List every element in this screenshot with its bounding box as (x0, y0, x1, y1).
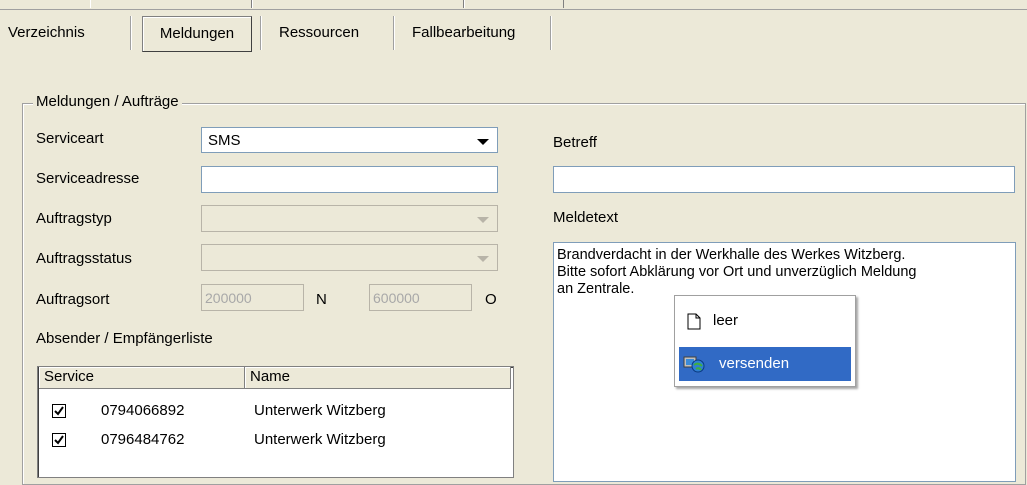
column-header-name[interactable]: Name (245, 367, 511, 389)
send-globe-icon (683, 356, 705, 373)
row-checkbox[interactable] (52, 433, 66, 447)
auftragsstatus-label: Auftragsstatus (36, 250, 132, 267)
betreff-input[interactable] (553, 166, 1015, 193)
serviceart-select[interactable]: SMS (201, 127, 498, 153)
auftragsort-n-input: 200000 (201, 284, 304, 311)
dropdown-arrow-icon[interactable] (477, 139, 489, 145)
tab-separator (393, 16, 395, 50)
context-menu: leer versenden (674, 295, 856, 387)
auftragsort-o-value: 600000 (373, 290, 420, 306)
meldetext-content: Brandverdacht in der Werkhalle des Werke… (557, 247, 917, 297)
dropdown-arrow-icon (477, 256, 489, 262)
row-name: Unterwerk Witzberg (254, 431, 386, 448)
n-label: N (316, 291, 327, 308)
group-title: Meldungen / Aufträge (33, 93, 182, 110)
list-title: Absender / Empfängerliste (36, 330, 213, 347)
o-label: O (485, 291, 497, 308)
menu-item-label: leer (713, 312, 739, 329)
serviceart-label: Serviceart (36, 130, 104, 147)
auftragsort-n-value: 200000 (205, 290, 252, 306)
row-service: 0794066892 (101, 402, 185, 419)
tab-verzeichnis[interactable]: Verzeichnis (0, 16, 93, 52)
menu-item-label: versenden (719, 355, 790, 372)
recipient-list[interactable]: Service Name 0794066892 Unterwerk Witzbe… (37, 366, 514, 478)
checkmark-icon (54, 435, 64, 445)
top-tab[interactable] (252, 0, 464, 8)
tab-separator (130, 16, 132, 50)
dropdown-arrow-icon (477, 217, 489, 223)
column-header-service[interactable]: Service (39, 367, 245, 389)
top-tab[interactable] (464, 0, 564, 8)
top-tab-strip (0, 0, 1027, 10)
auftragstyp-label: Auftragstyp (36, 210, 112, 227)
row-checkbox[interactable] (52, 404, 66, 418)
blank-document-icon (687, 313, 701, 330)
auftragsort-o-input: 600000 (369, 284, 472, 311)
table-row[interactable]: 0796484762 Unterwerk Witzberg (38, 431, 508, 453)
row-name: Unterwerk Witzberg (254, 402, 386, 419)
top-tab[interactable] (90, 0, 252, 8)
tab-ressourcen[interactable]: Ressourcen (271, 16, 367, 52)
row-service: 0796484762 (101, 431, 185, 448)
tab-separator (550, 16, 552, 50)
menu-item-versenden[interactable]: versenden (679, 347, 851, 381)
betreff-label: Betreff (553, 134, 597, 151)
serviceart-value: SMS (208, 132, 241, 149)
auftragsort-label: Auftragsort (36, 291, 110, 308)
auftragsstatus-select (201, 244, 498, 271)
meldetext-label: Meldetext (553, 209, 619, 226)
auftragstyp-select (201, 205, 498, 232)
serviceadresse-label: Serviceadresse (36, 170, 140, 187)
menu-item-leer[interactable]: leer (679, 304, 851, 338)
checkmark-icon (54, 406, 64, 416)
serviceadresse-input[interactable] (201, 166, 498, 193)
tab-meldungen[interactable]: Meldungen (142, 16, 252, 52)
tab-separator (260, 16, 262, 50)
table-row[interactable]: 0794066892 Unterwerk Witzberg (38, 402, 508, 424)
tab-fallbearbeitung[interactable]: Fallbearbeitung (404, 16, 523, 52)
